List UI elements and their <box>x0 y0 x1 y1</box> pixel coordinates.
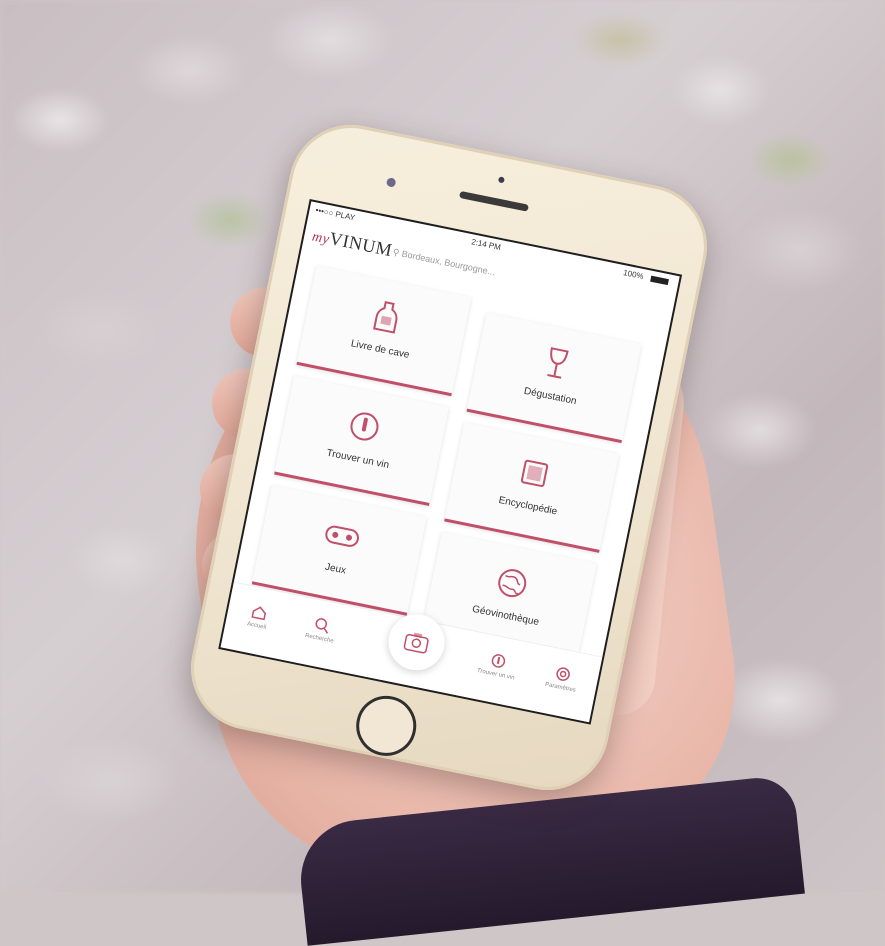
sensor-dot <box>497 176 505 184</box>
search-field[interactable]: ⚲ Bordeaux, Bourgogne... <box>392 247 496 279</box>
compass-icon <box>491 654 506 668</box>
tab-parametres[interactable]: Paramètres <box>535 661 589 695</box>
app-screen: •••○○ PLAY 2:14 PM 100% myVINUM ⚲ Bordea… <box>218 199 683 725</box>
tile-trouver-un-vin[interactable]: Trouver un vin <box>274 375 450 506</box>
tab-label: Accueil <box>246 621 267 631</box>
tile-encyclopedie[interactable]: Encyclopédie <box>444 422 620 553</box>
clock: 2:14 PM <box>470 237 502 252</box>
camera-icon <box>403 632 429 654</box>
front-camera <box>385 177 397 188</box>
search-placeholder: Bordeaux, Bourgogne... <box>400 248 496 278</box>
tab-trouver-un-vin[interactable]: Trouver un vin <box>471 648 525 682</box>
home-icon <box>251 606 267 621</box>
tab-recherche[interactable]: Recherche <box>294 612 348 646</box>
tab-label: Trouver un vin <box>476 667 515 682</box>
search-icon: ⚲ <box>391 246 401 258</box>
home-button[interactable] <box>350 690 422 762</box>
tile-livre-de-cave[interactable]: Livre de cave <box>296 265 472 397</box>
tab-label: Recherche <box>304 632 335 645</box>
tile-degustation[interactable]: Dégustation <box>466 312 642 444</box>
logo-main: VINUM <box>327 228 394 261</box>
tab-accueil[interactable]: Accueil <box>231 599 285 633</box>
search-icon <box>315 618 329 634</box>
tab-label: Paramètres <box>544 681 577 694</box>
battery-label: 100% <box>622 268 645 282</box>
settings-icon <box>556 667 570 681</box>
speaker-grille <box>458 190 529 212</box>
battery-icon <box>650 275 669 286</box>
